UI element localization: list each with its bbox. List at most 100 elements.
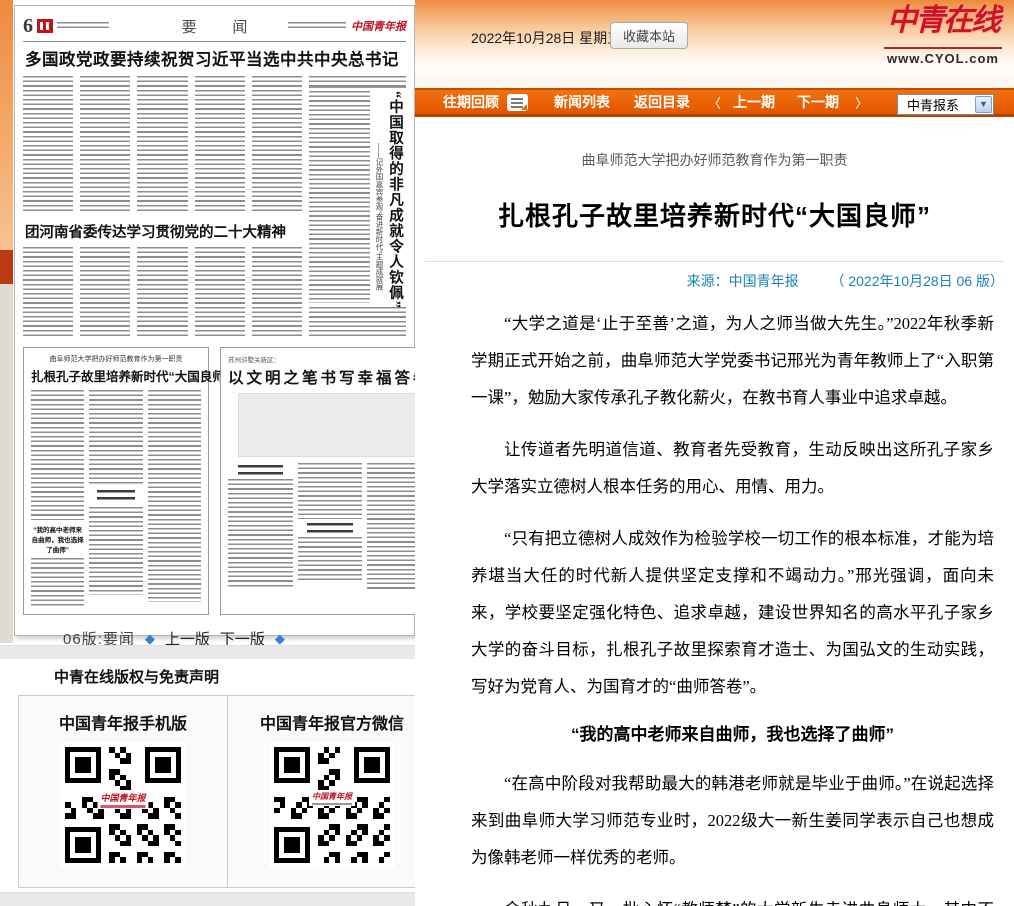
paper-section-name: 要 闻 [143, 16, 286, 37]
article-title: 扎根孔子故里培养新时代“大国良师” [415, 196, 1014, 233]
qr-cell [302, 808, 308, 814]
paper-headline-top[interactable]: 多国政党政要持续祝贺习近平当选中共中央总书记 [25, 46, 307, 70]
qr-logo-text: 中国青年报 [100, 791, 145, 804]
qr-finder-icon [145, 747, 181, 783]
article-source[interactable]: 来源：中国青年报 [687, 273, 799, 289]
qr-center-logo: 中国青年报 [97, 790, 148, 809]
paper-masthead-fineprint [57, 22, 109, 31]
paper-box1-col2 [89, 390, 142, 602]
newsprint-bold-head [238, 465, 283, 475]
paper-box1-subhead: “我的高中老师来自曲师，我也选择了曲师” [31, 524, 84, 554]
site-logo[interactable]: 中青在线 www.CYOL.com [884, 4, 1002, 66]
newspaper-page-image[interactable]: 6 要 闻 中国青年报 多国政党政要持续祝贺习近平当选中共中央总书记 [14, 5, 415, 636]
nav-item-next-issue[interactable]: 下一期 [797, 92, 839, 112]
left-divider-bar [0, 645, 437, 659]
nav-item-back-to-contents[interactable]: 返回目录 [634, 92, 690, 112]
newsprint-text-block [148, 390, 201, 602]
paper-vertical-subhead: ——记外国嘉宾参观“奋进新时代”主题成就展 [374, 91, 385, 303]
left-strip-red-block [0, 250, 13, 284]
qr-cell [324, 841, 330, 847]
qr-cell [280, 802, 286, 808]
qr-cell [379, 841, 385, 847]
copyright-statement-title: 中青在线版权与免责声明 [0, 659, 437, 695]
favorite-site-button[interactable]: 收藏本站 [610, 22, 688, 49]
paper-masthead: 6 要 闻 中国青年报 [23, 14, 406, 38]
qr-cell [329, 835, 335, 841]
qr-finder-icon [274, 827, 310, 863]
qr-code-wechat: 中国青年报 [269, 742, 395, 868]
qr-code-mobile: 中国青年报 [60, 742, 186, 868]
qr-logo-bar [312, 803, 352, 805]
paper-right-column-mid: ——记外国嘉宾参观“奋进新时代”主题成就展 “中国取得的非凡成就令人钦佩” [309, 91, 406, 303]
qr-logo-bar [100, 805, 145, 808]
newsprint-text-block [23, 247, 73, 339]
qr-cell [335, 857, 341, 863]
qr-codes-panel: 中国青年报手机版 中国青年报 中国青年报官方微信 [18, 695, 437, 888]
paper-box2-headline[interactable]: 以文明之笔书写幸福答卷 [228, 366, 432, 388]
qr-cell [148, 857, 154, 863]
qr-cell [126, 758, 132, 764]
qr-cell [175, 857, 181, 863]
qr-cell [137, 857, 143, 863]
qr-cell [153, 841, 159, 847]
site-logo-text[interactable]: 中青在线 [884, 4, 1002, 38]
paper-box1-headline[interactable]: 扎根孔子故里培养新时代“大国良师” [31, 366, 201, 385]
article-paragraph: 让传道者先明道信道、教育者先受教育，生动反映出这所孔子家乡大学落实立德树人根本任… [471, 431, 994, 505]
publication-select[interactable]: 中青报系 ▼ [897, 94, 994, 115]
article-subhead: “我的高中老师来自曲师，我也选择了曲师” [471, 720, 994, 745]
paper-right-column: ——记外国嘉宾参观“奋进新时代”主题成就展 “中国取得的非凡成就令人钦佩” [309, 76, 406, 339]
article-kicker: 曲阜师范大学把办好师范教育作为第一职责 [415, 150, 1014, 170]
article-paragraph: “大学之道是‘止于至善’之道，为人之师当做大先生。”2022年秋季新学期正式开始… [471, 305, 994, 416]
paper-vertical-headline[interactable]: “中国取得的非凡成就令人钦佩” [385, 91, 406, 303]
paper-box2-col1 [228, 463, 293, 589]
header-date: 2022年10月28日 星期五 [471, 28, 621, 48]
qr-cell [324, 857, 330, 863]
qr-mobile-section: 中国青年报手机版 中国青年报 [19, 696, 227, 887]
qr-cell [175, 841, 181, 847]
left-strip-lower [0, 284, 13, 643]
newsprint-text-block [137, 76, 187, 214]
paper-headline-second[interactable]: 团河南省委传达学习贯彻党的二十大精神 [25, 221, 257, 242]
qr-cell [175, 802, 181, 808]
newsprint-text-block [80, 247, 130, 339]
qr-cell [324, 813, 330, 819]
qr-center-logo: 中国青年报 [309, 790, 355, 806]
page: 6 要 闻 中国青年报 多国政党政要持续祝贺习近平当选中共中央总书记 [0, 0, 1014, 906]
newsprint-text-block [31, 390, 84, 520]
qr-cell [384, 797, 390, 803]
site-logo-url: www.CYOL.com [884, 47, 1002, 66]
qr-cell [126, 813, 132, 819]
nav-item-news-list[interactable]: 新闻列表 [554, 92, 610, 112]
qr-cell [175, 830, 181, 836]
paper-masthead-right: 中国青年报 [286, 18, 406, 34]
newsprint-text-block [137, 247, 187, 339]
qr-cell [357, 808, 363, 814]
qr-cell [98, 813, 104, 819]
paper-box-article-2[interactable]: 苏州浒墅关新区： 以文明之笔书写幸福答卷 [220, 347, 440, 615]
paper-box-article-1[interactable]: 曲阜师范大学把办好师范教育作为第一职责 扎根孔子故里培养新时代“大国良师” “我… [23, 347, 209, 615]
paper-boxed-articles: 曲阜师范大学把办好师范教育作为第一职责 扎根孔子故里培养新时代“大国良师” “我… [23, 347, 406, 615]
newsprint-text-block [80, 76, 130, 214]
qr-logo-text: 中国青年报 [312, 791, 352, 802]
newsprint-text-block [252, 76, 302, 214]
qr-cell [384, 852, 390, 858]
qr-cell [351, 813, 357, 819]
qr-cell [274, 808, 280, 814]
article-source-row: 来源：中国青年报 （ 2022年10月28日 06 版） [425, 261, 1004, 291]
qr-cell [335, 775, 341, 781]
dropdown-arrow-icon[interactable]: ▼ [975, 96, 992, 113]
qr-cell [384, 824, 390, 830]
nav-item-previous-issue[interactable]: 上一期 [733, 92, 775, 112]
nav-item-past-issues[interactable]: 往期回顾 [443, 92, 499, 112]
paper-text-columns-2 [23, 247, 302, 339]
newsprint-bold-head [97, 490, 135, 503]
qr-mobile-title: 中国青年报手机版 [19, 710, 227, 734]
left-bottom-bar [0, 892, 437, 906]
paper-stamp-icon [37, 19, 53, 33]
paper-page-number: 6 [23, 16, 33, 36]
newsprint-text-block [252, 247, 302, 339]
qr-wechat-title: 中国青年报官方微信 [228, 710, 436, 734]
issue-list-icon[interactable] [507, 94, 528, 111]
paper-main-left: 团河南省委传达学习贯彻党的二十大精神 [23, 76, 302, 339]
qr-cell [329, 808, 335, 814]
